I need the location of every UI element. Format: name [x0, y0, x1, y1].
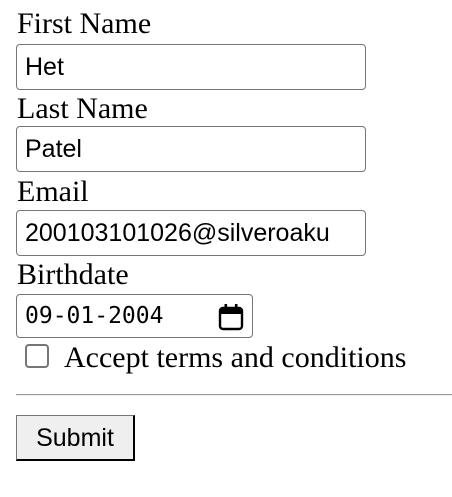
first-name-input[interactable]	[16, 44, 366, 90]
birthdate-value[interactable]: 09-01-2004	[25, 302, 163, 330]
last-name-input[interactable]	[16, 126, 366, 172]
last-name-label: Last Name	[17, 92, 148, 125]
birthdate-label: Birthdate	[17, 258, 129, 291]
terms-checkbox[interactable]	[25, 344, 49, 368]
birthdate-input[interactable]: 09-01-2004	[16, 294, 253, 338]
registration-form: First Name Last Name Email Birthdate 09-…	[0, 0, 452, 497]
first-name-label: First Name	[17, 7, 152, 40]
divider	[16, 394, 452, 396]
email-input[interactable]	[16, 210, 366, 256]
calendar-icon[interactable]	[218, 303, 244, 331]
terms-label[interactable]: Accept terms and conditions	[64, 341, 406, 375]
submit-button[interactable]: Submit	[16, 415, 135, 461]
email-label: Email	[17, 175, 89, 208]
